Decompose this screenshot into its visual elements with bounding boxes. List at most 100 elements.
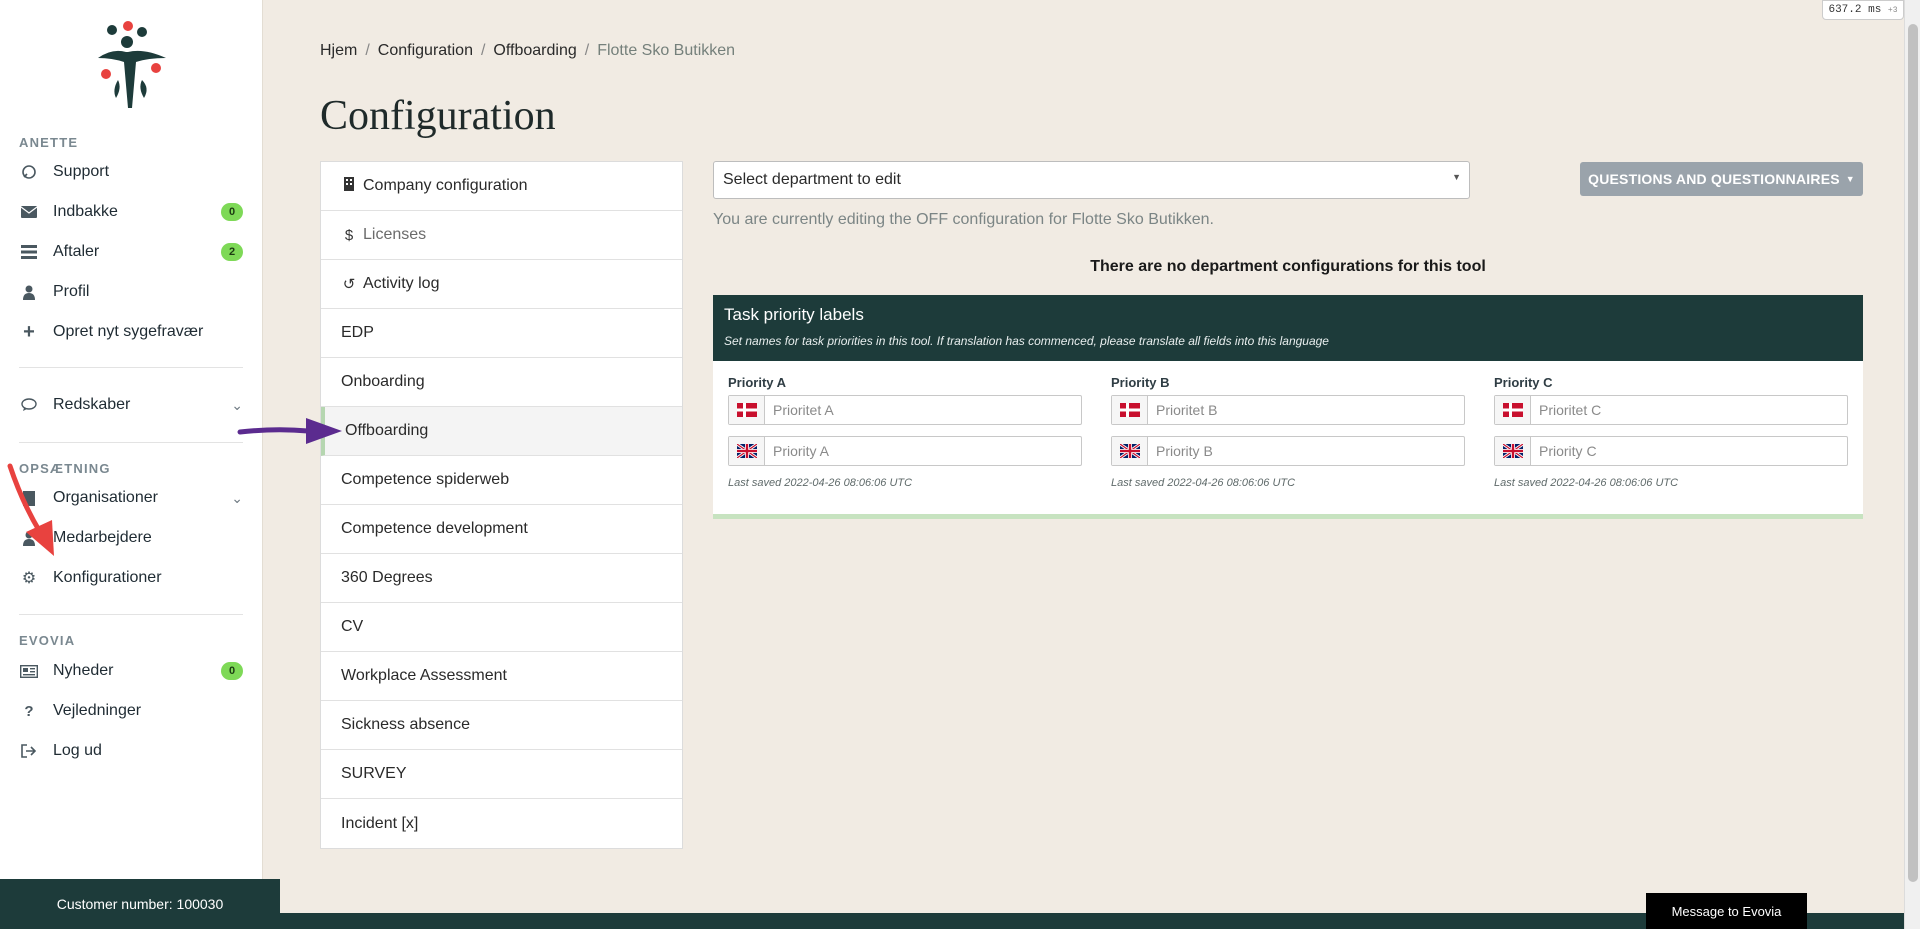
priority-c-last-saved: Last saved 2022-04-26 08:06:06 UTC bbox=[1494, 477, 1679, 489]
config-item-cv[interactable]: CV bbox=[321, 603, 682, 652]
questions-and-questionnaires-button[interactable]: QUESTIONS AND QUESTIONNAIRES ▼ bbox=[1580, 162, 1863, 196]
chat-icon bbox=[19, 395, 39, 415]
sidebar-item-nyheder[interactable]: Nyheder 0 bbox=[19, 653, 243, 689]
page-title: Configuration bbox=[320, 93, 556, 139]
gear-icon: ⚙ bbox=[21, 570, 37, 587]
red-annotation-arrow-icon bbox=[7, 463, 54, 556]
department-select[interactable]: Select department to edit ▼ bbox=[713, 161, 1470, 199]
priority-c-english-field bbox=[1494, 436, 1848, 466]
sidebar-item-label: Organisationer bbox=[53, 489, 158, 506]
config-item-label: EDP bbox=[341, 324, 374, 341]
config-item-sickness-absence[interactable]: Sickness absence bbox=[321, 701, 682, 750]
sidebar-item-label: Log ud bbox=[53, 742, 102, 759]
chevron-down-icon: ⌄ bbox=[231, 489, 243, 506]
breadcrumb-configuration[interactable]: Configuration bbox=[378, 42, 473, 60]
config-item-360-degrees[interactable]: 360 Degrees bbox=[321, 554, 682, 603]
sidebar-item-label: Indbakke bbox=[53, 203, 118, 220]
config-item-label: Incident [x] bbox=[341, 814, 419, 832]
config-item-survey[interactable]: SURVEY bbox=[321, 750, 682, 799]
edit-note: You are currently editing the OFF config… bbox=[713, 211, 1214, 228]
logout-icon bbox=[19, 741, 39, 761]
sidebar-item-support[interactable]: Support bbox=[19, 154, 243, 190]
config-item-label: Onboarding bbox=[341, 373, 425, 390]
config-item-activity-log[interactable]: ↺ Activity log bbox=[321, 260, 682, 309]
department-select-value: Select department to edit bbox=[723, 171, 901, 188]
caret-down-icon: ▼ bbox=[1452, 172, 1461, 182]
scrollbar-thumb[interactable] bbox=[1908, 24, 1918, 882]
breadcrumb-current: Flotte Sko Butikken bbox=[597, 42, 736, 59]
evovia-logo[interactable] bbox=[92, 18, 172, 114]
priority-b-label: Priority B bbox=[1111, 375, 1170, 390]
user-icon bbox=[19, 282, 39, 302]
config-item-workplace-assessment[interactable]: Workplace Assessment bbox=[321, 652, 682, 701]
sidebar-item-indbakke[interactable]: Indbakke 0 bbox=[19, 194, 243, 230]
purple-annotation-arrow-icon bbox=[237, 418, 342, 444]
perf-readout: 637.2 ms +3 bbox=[1822, 0, 1904, 20]
sidebar-item-aftaler[interactable]: Aftaler 2 bbox=[19, 234, 243, 270]
config-item-label: Competence development bbox=[341, 520, 528, 537]
sidebar-item-label: Support bbox=[53, 163, 110, 180]
priority-b-last-saved: Last saved 2022-04-26 08:06:06 UTC bbox=[1111, 477, 1296, 489]
plus-icon: + bbox=[23, 320, 35, 343]
breadcrumb-home[interactable]: Hjem bbox=[320, 42, 357, 60]
page-scrollbar[interactable] bbox=[1904, 0, 1920, 929]
priority-a-english-field bbox=[728, 436, 1082, 466]
breadcrumb-separator: / bbox=[365, 42, 370, 59]
config-item-offboarding[interactable]: Offboarding bbox=[321, 407, 682, 456]
config-item-label: Activity log bbox=[363, 275, 440, 292]
uk-flag-icon bbox=[729, 437, 765, 465]
priority-b-english-input[interactable] bbox=[1148, 438, 1464, 464]
newspaper-icon bbox=[19, 661, 39, 681]
task-priority-panel: Task priority labels Set names for task … bbox=[713, 295, 1863, 519]
breadcrumb-separator: / bbox=[480, 42, 486, 59]
no-department-configs-message: There are no department configurations f… bbox=[1090, 258, 1486, 275]
sidebar-item-label: Medarbejdere bbox=[53, 529, 152, 546]
priority-c-label: Priority C bbox=[1494, 375, 1553, 390]
config-item-label: 360 Degrees bbox=[341, 569, 433, 586]
sidebar-item-log-ud[interactable]: Log ud bbox=[19, 733, 243, 769]
sidebar-item-label: Nyheder bbox=[53, 662, 114, 679]
sidebar-item-profil[interactable]: Profil bbox=[19, 274, 243, 310]
sidebar-item-label: Vejledninger bbox=[53, 702, 142, 719]
message-to-evovia-button[interactable]: Message to Evovia bbox=[1646, 893, 1807, 929]
priority-b-danish-input[interactable] bbox=[1148, 397, 1464, 423]
task-priority-subtitle: Set names for task priorities in this to… bbox=[724, 334, 1329, 348]
sidebar-item-opret-sygefravaer[interactable]: + Opret nyt sygefravær bbox=[19, 314, 243, 350]
divider bbox=[19, 442, 243, 443]
list-icon bbox=[19, 242, 39, 262]
config-item-competence-development[interactable]: Competence development bbox=[321, 505, 682, 554]
sidebar-scrollbar[interactable] bbox=[262, 0, 280, 929]
priority-a-label: Priority A bbox=[728, 375, 787, 390]
config-item-label: CV bbox=[341, 618, 364, 635]
priority-a-danish-input[interactable] bbox=[765, 397, 1081, 423]
config-item-licenses[interactable]: $ Licenses bbox=[321, 211, 682, 260]
config-item-label: Company configuration bbox=[363, 177, 528, 194]
config-item-onboarding[interactable]: Onboarding bbox=[321, 358, 682, 407]
config-item-competence-spiderweb[interactable]: Competence spiderweb bbox=[321, 456, 682, 505]
breadcrumb-offboarding[interactable]: Offboarding bbox=[493, 42, 576, 60]
question-icon: ? bbox=[24, 702, 34, 720]
sidebar-item-redskaber[interactable]: Redskaber ⌄ bbox=[19, 387, 243, 423]
sidebar-item-label: Opret nyt sygefravær bbox=[53, 323, 204, 340]
config-item-company-configuration[interactable]: Company configuration bbox=[321, 162, 682, 211]
caret-down-icon: ▼ bbox=[1845, 174, 1855, 184]
priority-c-danish-field bbox=[1494, 395, 1848, 425]
task-priority-title: Task priority labels bbox=[724, 305, 864, 324]
sidebar-item-vejledninger[interactable]: ? Vejledninger bbox=[19, 693, 243, 729]
priority-a-english-input[interactable] bbox=[765, 438, 1081, 464]
config-item-label: Sickness absence bbox=[341, 716, 470, 733]
priority-c-english-input[interactable] bbox=[1531, 438, 1847, 464]
config-item-label: Offboarding bbox=[345, 422, 429, 439]
danish-flag-icon bbox=[729, 396, 765, 424]
priority-a-last-saved: Last saved 2022-04-26 08:06:06 UTC bbox=[728, 477, 913, 489]
priority-c-column: Priority C Last saved 2022-04-26 08:06:0… bbox=[1494, 375, 1848, 489]
envelope-icon bbox=[19, 202, 39, 222]
perf-readout-suffix: +3 bbox=[1887, 5, 1898, 15]
evovia-section-heading: EVOVIA bbox=[19, 633, 76, 648]
config-item-incident[interactable]: Incident [x] bbox=[321, 799, 682, 848]
support-icon bbox=[19, 162, 39, 182]
sidebar-item-konfigurationer[interactable]: ⚙ Konfigurationer bbox=[19, 560, 243, 596]
config-item-edp[interactable]: EDP bbox=[321, 309, 682, 358]
priority-b-column: Priority B Last saved 2022-04-26 08:06:0… bbox=[1111, 375, 1465, 489]
priority-c-danish-input[interactable] bbox=[1531, 397, 1847, 423]
